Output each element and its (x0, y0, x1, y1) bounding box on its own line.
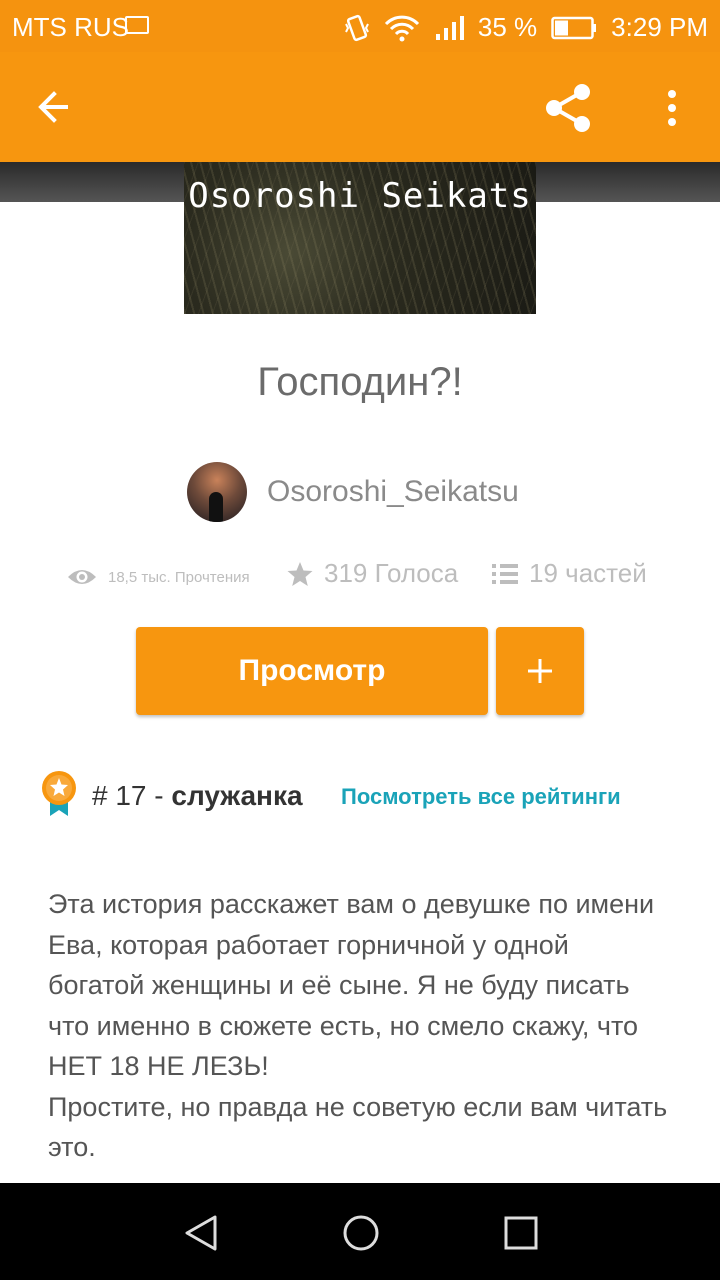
ranking-tag: служанка (171, 780, 303, 811)
more-vert-icon[interactable] (652, 80, 692, 136)
back-arrow-icon[interactable] (30, 82, 80, 132)
battery-icon (551, 16, 597, 39)
nav-back-icon[interactable] (181, 1213, 221, 1253)
votes-stat: 319 Голоса (286, 558, 458, 589)
votes-count: 319 Голоса (324, 558, 459, 588)
reads-stat: 18,5 тыс. Прочтения (66, 566, 250, 588)
add-to-library-button[interactable] (496, 627, 584, 715)
wifi-icon (384, 15, 419, 41)
share-icon[interactable] (540, 80, 596, 136)
keyboard-icon (125, 16, 149, 34)
app-bar (0, 52, 720, 162)
list-icon (492, 563, 518, 584)
ranking-medal-icon (42, 771, 76, 816)
carrier-label: MTS RUS (12, 12, 129, 42)
star-icon (287, 561, 313, 586)
signal-icon (435, 15, 464, 40)
cover-title-text: Osoroshi Seikats (188, 176, 532, 216)
author-name[interactable]: Osoroshi_Seikatsu (267, 475, 519, 509)
status-icons: 35 % 3:29 PM (344, 12, 708, 43)
see-all-rankings-link[interactable]: Посмотреть все рейтинги (341, 784, 621, 810)
nav-recents-icon[interactable] (501, 1213, 541, 1253)
parts-count: 19 частей (529, 558, 647, 588)
plus-icon (528, 659, 552, 683)
view-button[interactable]: Просмотр (136, 627, 488, 715)
vibrate-icon (345, 14, 369, 41)
author-link[interactable]: Osoroshi_Seikatsu (187, 462, 519, 522)
battery-percent: 35 % (477, 12, 538, 42)
story-description: Эта история расскажет вам о девушке по и… (48, 889, 668, 1162)
clock: 3:29 PM (611, 12, 708, 42)
story-cover-image: Osoroshi Seikats (184, 162, 536, 314)
avatar[interactable] (187, 462, 247, 522)
ranking-row: # 17 - служанка Посмотреть все рейтинги (40, 770, 700, 822)
parts-stat: 19 частей (491, 558, 647, 589)
status-bar: MTS RUS 35 % 3:29 PM (0, 0, 720, 52)
eye-icon (68, 570, 96, 584)
ranking-label: # 17 - служанка (92, 780, 303, 811)
nav-home-icon[interactable] (341, 1213, 381, 1253)
story-stats: 18,5 тыс. Прочтения 319 Голоса 19 частей (66, 558, 686, 598)
system-nav-bar (0, 1183, 720, 1280)
story-title: Господин?! (257, 360, 463, 404)
reads-count: 18,5 тыс. Прочтения (108, 568, 250, 586)
